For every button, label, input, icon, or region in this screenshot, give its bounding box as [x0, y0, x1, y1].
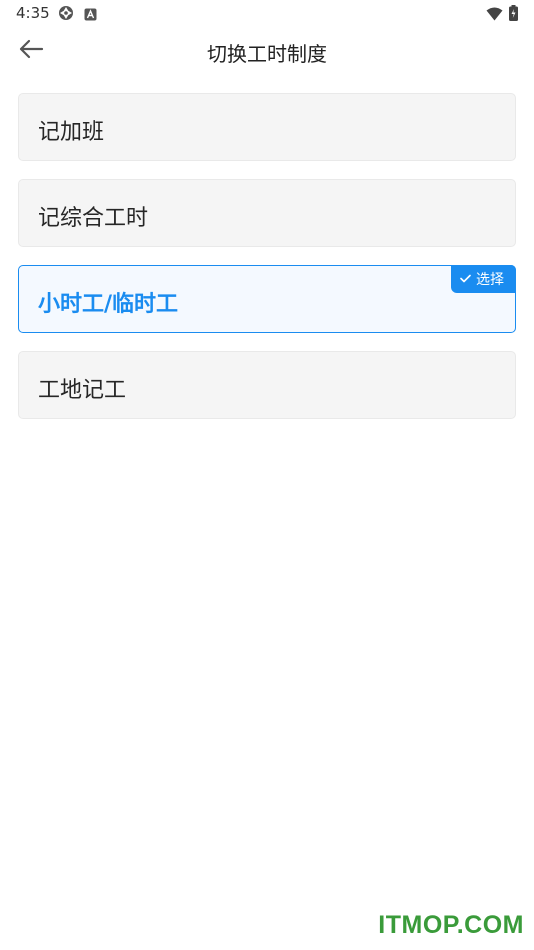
app-bar: 切换工时制度	[0, 28, 534, 74]
camera-shutter-icon	[58, 5, 74, 25]
option-site-attendance[interactable]: 工地记工	[18, 351, 516, 419]
wifi-icon	[486, 6, 503, 25]
option-list: 记加班 记综合工时 小时工/临时工 选择 工地记工	[18, 93, 516, 437]
page-title: 切换工时制度	[207, 42, 327, 66]
status-bar: 4:35	[0, 0, 534, 28]
check-icon	[460, 271, 471, 287]
option-label: 小时工/临时工	[38, 292, 179, 317]
battery-icon	[509, 5, 518, 25]
option-label: 记加班	[38, 120, 105, 145]
selected-badge: 选择	[451, 265, 516, 293]
option-label: 工地记工	[38, 378, 127, 403]
a-box-icon	[84, 6, 97, 25]
status-time: 4:35	[16, 4, 50, 22]
watermark: ITMOP.COM	[378, 911, 524, 939]
status-right-icons	[486, 5, 518, 25]
badge-label: 选择	[476, 272, 504, 288]
option-overtime[interactable]: 记加班	[18, 93, 516, 161]
option-hourly-temporary[interactable]: 小时工/临时工 选择	[18, 265, 516, 333]
status-left-icons	[58, 5, 97, 25]
option-comprehensive-hours[interactable]: 记综合工时	[18, 179, 516, 247]
option-label: 记综合工时	[38, 206, 149, 231]
